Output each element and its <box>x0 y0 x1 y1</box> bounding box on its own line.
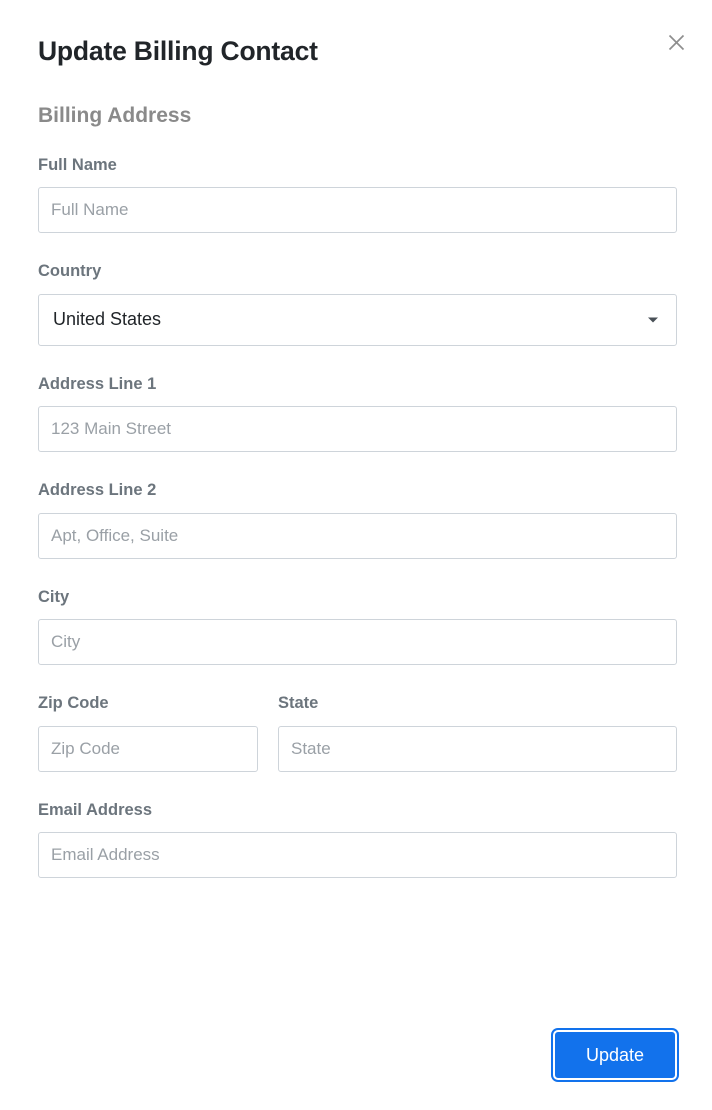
state-label: State <box>278 694 319 713</box>
email-field[interactable] <box>38 832 677 879</box>
update-button[interactable]: Update <box>553 1030 677 1080</box>
field-state: State <box>278 693 677 772</box>
close-icon <box>667 33 686 52</box>
page-title: Update Billing Contact <box>38 36 318 66</box>
country-select-wrapper: United States <box>38 293 677 346</box>
city-input[interactable] <box>38 619 677 666</box>
billing-address-form: Full Name Country United States Address … <box>38 155 677 879</box>
address-line-2-input[interactable] <box>38 512 677 559</box>
address-line-2-label: Address Line 2 <box>38 481 157 500</box>
country-selected-value: United States <box>53 309 162 330</box>
update-billing-contact-dialog: Update Billing Contact Billing Address F… <box>0 0 712 1110</box>
close-button[interactable] <box>658 24 694 60</box>
column-gap <box>258 693 278 771</box>
address-line-1-input[interactable] <box>38 406 677 453</box>
field-address-line-2: Address Line 2 <box>38 480 677 559</box>
field-full-name: Full Name <box>38 155 677 234</box>
address-line-1-label: Address Line 1 <box>38 374 157 393</box>
email-address-label: Email Address <box>38 800 153 819</box>
field-email-address: Email Address <box>38 800 677 879</box>
zip-state-row: Zip Code State <box>38 693 677 772</box>
field-address-line-1: Address Line 1 <box>38 374 677 453</box>
country-label: Country <box>38 262 102 281</box>
country-select[interactable]: United States <box>38 293 677 346</box>
zip-code-label: Zip Code <box>38 694 109 713</box>
full-name-input[interactable] <box>38 187 677 234</box>
billing-address-section-heading: Billing Address <box>38 104 192 127</box>
dialog-footer: Update <box>38 1030 677 1090</box>
zip-code-input[interactable] <box>38 725 258 772</box>
full-name-label: Full Name <box>38 156 117 174</box>
field-city: City <box>38 587 677 666</box>
city-label: City <box>38 587 70 606</box>
field-zip-code: Zip Code <box>38 693 258 772</box>
field-country: Country United States <box>38 261 677 346</box>
state-input[interactable] <box>278 725 677 772</box>
